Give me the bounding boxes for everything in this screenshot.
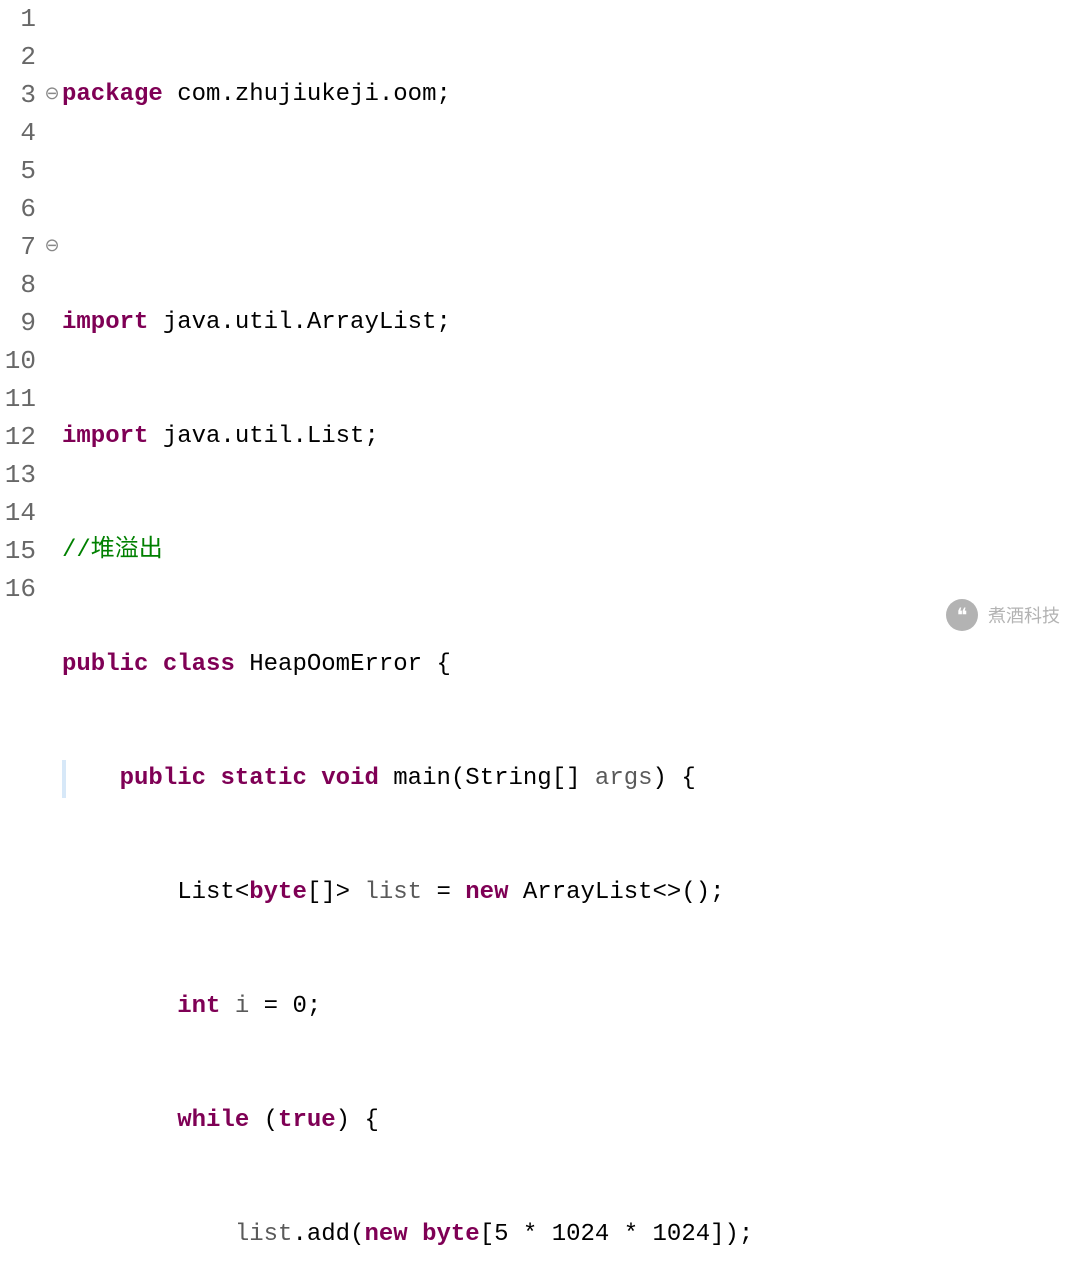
line-number: 11: [0, 380, 36, 418]
fold-toggle-icon[interactable]: ⊖: [42, 76, 62, 114]
code-line: //堆溢出: [62, 532, 1080, 570]
line-number: 8: [0, 266, 36, 304]
line-number: 12: [0, 418, 36, 456]
code-line: package com.zhujiukeji.oom;: [62, 76, 1080, 114]
code-line: public class HeapOomError {: [62, 646, 1080, 684]
watermark-icon: ❝: [946, 599, 978, 631]
line-number: 2: [0, 38, 36, 76]
watermark-text: 煮酒科技: [988, 602, 1060, 628]
change-marker: [62, 760, 66, 798]
line-number: 7: [0, 228, 36, 266]
watermark: ❝ 煮酒科技: [946, 599, 1060, 631]
line-number: 10: [0, 342, 36, 380]
code-line: int i = 0;: [62, 988, 1080, 1026]
line-number: 16: [0, 570, 36, 608]
line-number: 3: [0, 76, 36, 114]
code-line: List<byte[]> list = new ArrayList<>();: [62, 874, 1080, 912]
fold-toggle-icon[interactable]: ⊖: [42, 228, 62, 266]
code-editor: 1 2 3 4 5 6 7 8 9 10 11 12 13 14 15 16 ⊖…: [0, 0, 1080, 643]
code-line: import java.util.ArrayList;: [62, 304, 1080, 342]
line-number: 1: [0, 0, 36, 38]
line-number: 6: [0, 190, 36, 228]
line-number: 9: [0, 304, 36, 342]
line-number: 15: [0, 532, 36, 570]
line-number: 4: [0, 114, 36, 152]
line-number: 13: [0, 456, 36, 494]
code-area[interactable]: package com.zhujiukeji.oom; import java.…: [62, 0, 1080, 643]
code-line: while (true) {: [62, 1102, 1080, 1140]
fold-column: ⊖ ⊖: [42, 0, 62, 643]
line-number-gutter: 1 2 3 4 5 6 7 8 9 10 11 12 13 14 15 16: [0, 0, 42, 643]
code-line: import java.util.List;: [62, 418, 1080, 456]
line-number: 14: [0, 494, 36, 532]
line-number: 5: [0, 152, 36, 190]
code-line: public static void main(String[] args) {: [62, 760, 1080, 798]
code-line: list.add(new byte[5 * 1024 * 1024]);: [62, 1216, 1080, 1254]
code-line: [62, 190, 1080, 228]
